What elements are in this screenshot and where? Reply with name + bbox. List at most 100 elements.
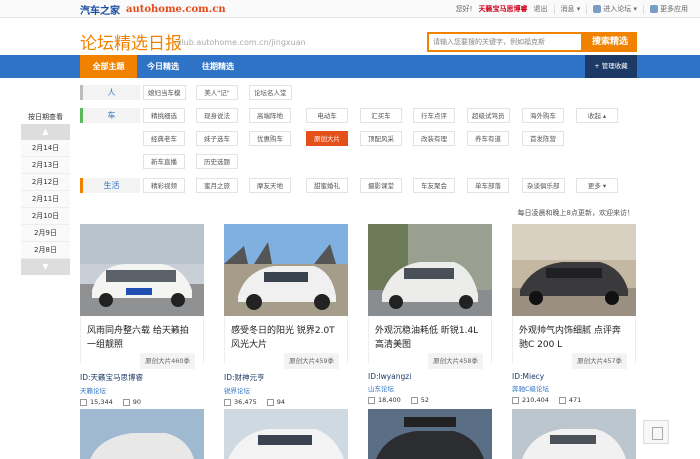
tag[interactable]: 历史选题: [196, 154, 238, 169]
forum-link[interactable]: 奔驰C级论坛: [512, 383, 636, 393]
messages-menu[interactable]: 消息 ▾: [561, 4, 581, 14]
tag[interactable]: 妹子选车: [196, 131, 238, 146]
article-stats: 36,475 94: [224, 398, 348, 406]
article-caption[interactable]: 感受冬日的阳光 锐界2.0T风光大片 原创大片459季: [224, 316, 348, 369]
article-caption[interactable]: 风雨同舟整六载 给天籁拍一组靓照 原创大片460季: [80, 316, 204, 369]
tag[interactable]: 媳妇当车模: [143, 85, 186, 100]
article-photo[interactable]: [368, 224, 492, 316]
tag[interactable]: 车友聚会: [413, 178, 455, 193]
article-card[interactable]: 风雨同舟整六载 给天籁拍一组靓照 原创大片460季 ID:天籁宝马思博睿 天籁论…: [80, 224, 204, 406]
tag[interactable]: 海外购车: [522, 108, 564, 123]
article-card[interactable]: 外观沉稳油耗低 昕锐1.4L高清美图 原创大片458季 ID:lwyangzi …: [368, 224, 492, 404]
search-button[interactable]: 搜索精选: [583, 32, 637, 52]
tag[interactable]: 优惠购车: [249, 131, 291, 146]
date-item[interactable]: 2月11日: [21, 191, 70, 208]
article-photo[interactable]: [224, 224, 348, 316]
forum-link[interactable]: 山东论坛: [368, 383, 492, 393]
tag[interactable]: 汇买车: [360, 108, 402, 123]
date-item[interactable]: 2月14日: [21, 140, 70, 157]
username-link[interactable]: 天籁宝马思博睿: [479, 4, 528, 14]
article-card[interactable]: [512, 409, 636, 459]
tag[interactable]: 经典老车: [143, 131, 185, 146]
article-card[interactable]: 感受冬日的阳光 锐界2.0T风光大片 原创大片459季 ID:财神元亨 锐界论坛…: [224, 224, 348, 406]
author-id[interactable]: ID:Miecy: [512, 372, 636, 381]
date-item[interactable]: 2月13日: [21, 157, 70, 174]
site-logo[interactable]: 汽车之家 autohome.com.cn: [80, 2, 226, 17]
forum-link[interactable]: 锐界论坛: [224, 385, 348, 395]
comments-icon: [266, 398, 274, 406]
article-photo[interactable]: [368, 409, 492, 459]
date-item[interactable]: 2月9日: [21, 225, 70, 242]
tab-all-topics[interactable]: 全部主题: [80, 55, 137, 78]
tab-today[interactable]: 今日精选: [137, 55, 189, 78]
feedback-icon[interactable]: [643, 420, 669, 444]
tag[interactable]: 改装有理: [413, 131, 455, 146]
article-card[interactable]: 外观帅气内饰细腻 点评奔驰C 200 L 原创大片457季 ID:Miecy 奔…: [512, 224, 636, 404]
article-photo[interactable]: [80, 409, 204, 459]
category-label-car: 车: [80, 108, 140, 123]
tag[interactable]: 摄影课堂: [360, 178, 402, 193]
page-title: 论坛精选日报: [80, 34, 182, 54]
article-photo[interactable]: [80, 224, 204, 316]
user-bar: 您好! 天籁宝马思博睿 退出 消息 ▾ 进入论坛 ▾ 更多应用: [456, 4, 688, 14]
date-sidebar: 按日期查看 ▲ 2月14日 2月13日 2月12日 2月11日 2月10日 2月…: [21, 110, 70, 275]
collapse-button[interactable]: 收起 ▴: [576, 108, 618, 123]
tag[interactable]: 美人"记": [196, 85, 238, 100]
tag[interactable]: 甜蜜婚礼: [306, 178, 348, 193]
tag[interactable]: 养车有道: [467, 131, 509, 146]
date-item[interactable]: 2月8日: [21, 242, 70, 259]
article-stats: 15,344 90: [80, 398, 204, 406]
update-notice: 每日凌晨和晚上8点更新，欢迎来访！: [517, 209, 634, 217]
forum-icon: [593, 5, 602, 13]
logo-en: autohome.com.cn: [126, 3, 226, 15]
views-icon: [80, 398, 87, 406]
article-card[interactable]: [224, 409, 348, 459]
article-source-badge: 原创大片457季: [572, 353, 627, 369]
article-photo[interactable]: [224, 409, 348, 459]
author-id[interactable]: ID:财神元亨: [224, 372, 348, 383]
tab-past[interactable]: 往期精选: [189, 55, 247, 78]
author-id[interactable]: ID:天籁宝马思博睿: [80, 372, 204, 383]
date-up-arrow-icon[interactable]: ▲: [21, 124, 70, 140]
manage-favorites-button[interactable]: + 管理收藏: [585, 55, 637, 78]
article-caption[interactable]: 外观沉稳油耗低 昕锐1.4L高清美图 原创大片458季: [368, 316, 492, 369]
tag[interactable]: 新车直播: [143, 154, 185, 169]
tag[interactable]: 精挑细选: [143, 108, 185, 123]
date-down-arrow-icon[interactable]: ▼: [21, 259, 70, 275]
article-photo[interactable]: [512, 409, 636, 459]
tag[interactable]: 精彩视频: [143, 178, 185, 193]
date-item[interactable]: 2月12日: [21, 174, 70, 191]
tag[interactable]: 杂谈俱乐部: [522, 178, 565, 193]
tag[interactable]: 超级试驾员: [467, 108, 510, 123]
views-icon: [368, 396, 375, 404]
enter-forum-menu[interactable]: 进入论坛 ▾: [593, 4, 637, 14]
divider: [553, 4, 555, 14]
search-input[interactable]: 请输入您要搜的关键字，例如福克斯: [427, 32, 583, 52]
comments-icon: [122, 398, 130, 406]
article-source-badge: 原创大片460季: [140, 353, 195, 369]
tag[interactable]: 行车点评: [413, 108, 455, 123]
logout-link[interactable]: 退出: [534, 4, 548, 14]
forum-link[interactable]: 天籁论坛: [80, 385, 204, 395]
more-apps-menu[interactable]: 更多应用: [650, 4, 688, 14]
tag[interactable]: 电动车: [306, 108, 348, 123]
apps-grid-icon: [650, 5, 658, 13]
tag[interactable]: 单车部落: [467, 178, 509, 193]
tag[interactable]: 摩友天地: [249, 178, 291, 193]
tag[interactable]: 蜜月之旅: [196, 178, 238, 193]
article-card[interactable]: [80, 409, 204, 459]
tag[interactable]: 现身说法: [196, 108, 238, 123]
article-caption[interactable]: 外观帅气内饰细腻 点评奔驰C 200 L 原创大片457季: [512, 316, 636, 369]
more-button[interactable]: 更多 ▾: [576, 178, 618, 193]
top-bar: 汽车之家 autohome.com.cn 您好! 天籁宝马思博睿 退出 消息 ▾…: [0, 0, 700, 18]
article-card[interactable]: [368, 409, 492, 459]
tag[interactable]: 高端阵地: [249, 108, 291, 123]
tag[interactable]: 顶配风采: [360, 131, 402, 146]
date-item[interactable]: 2月10日: [21, 208, 70, 225]
tag[interactable]: 首发陈营: [522, 131, 564, 146]
tag-selected[interactable]: 原创大片: [306, 131, 348, 146]
tag[interactable]: 论坛名人堂: [249, 85, 292, 100]
comments-icon: [558, 396, 566, 404]
article-photo[interactable]: [512, 224, 636, 316]
author-id[interactable]: ID:lwyangzi: [368, 372, 492, 381]
